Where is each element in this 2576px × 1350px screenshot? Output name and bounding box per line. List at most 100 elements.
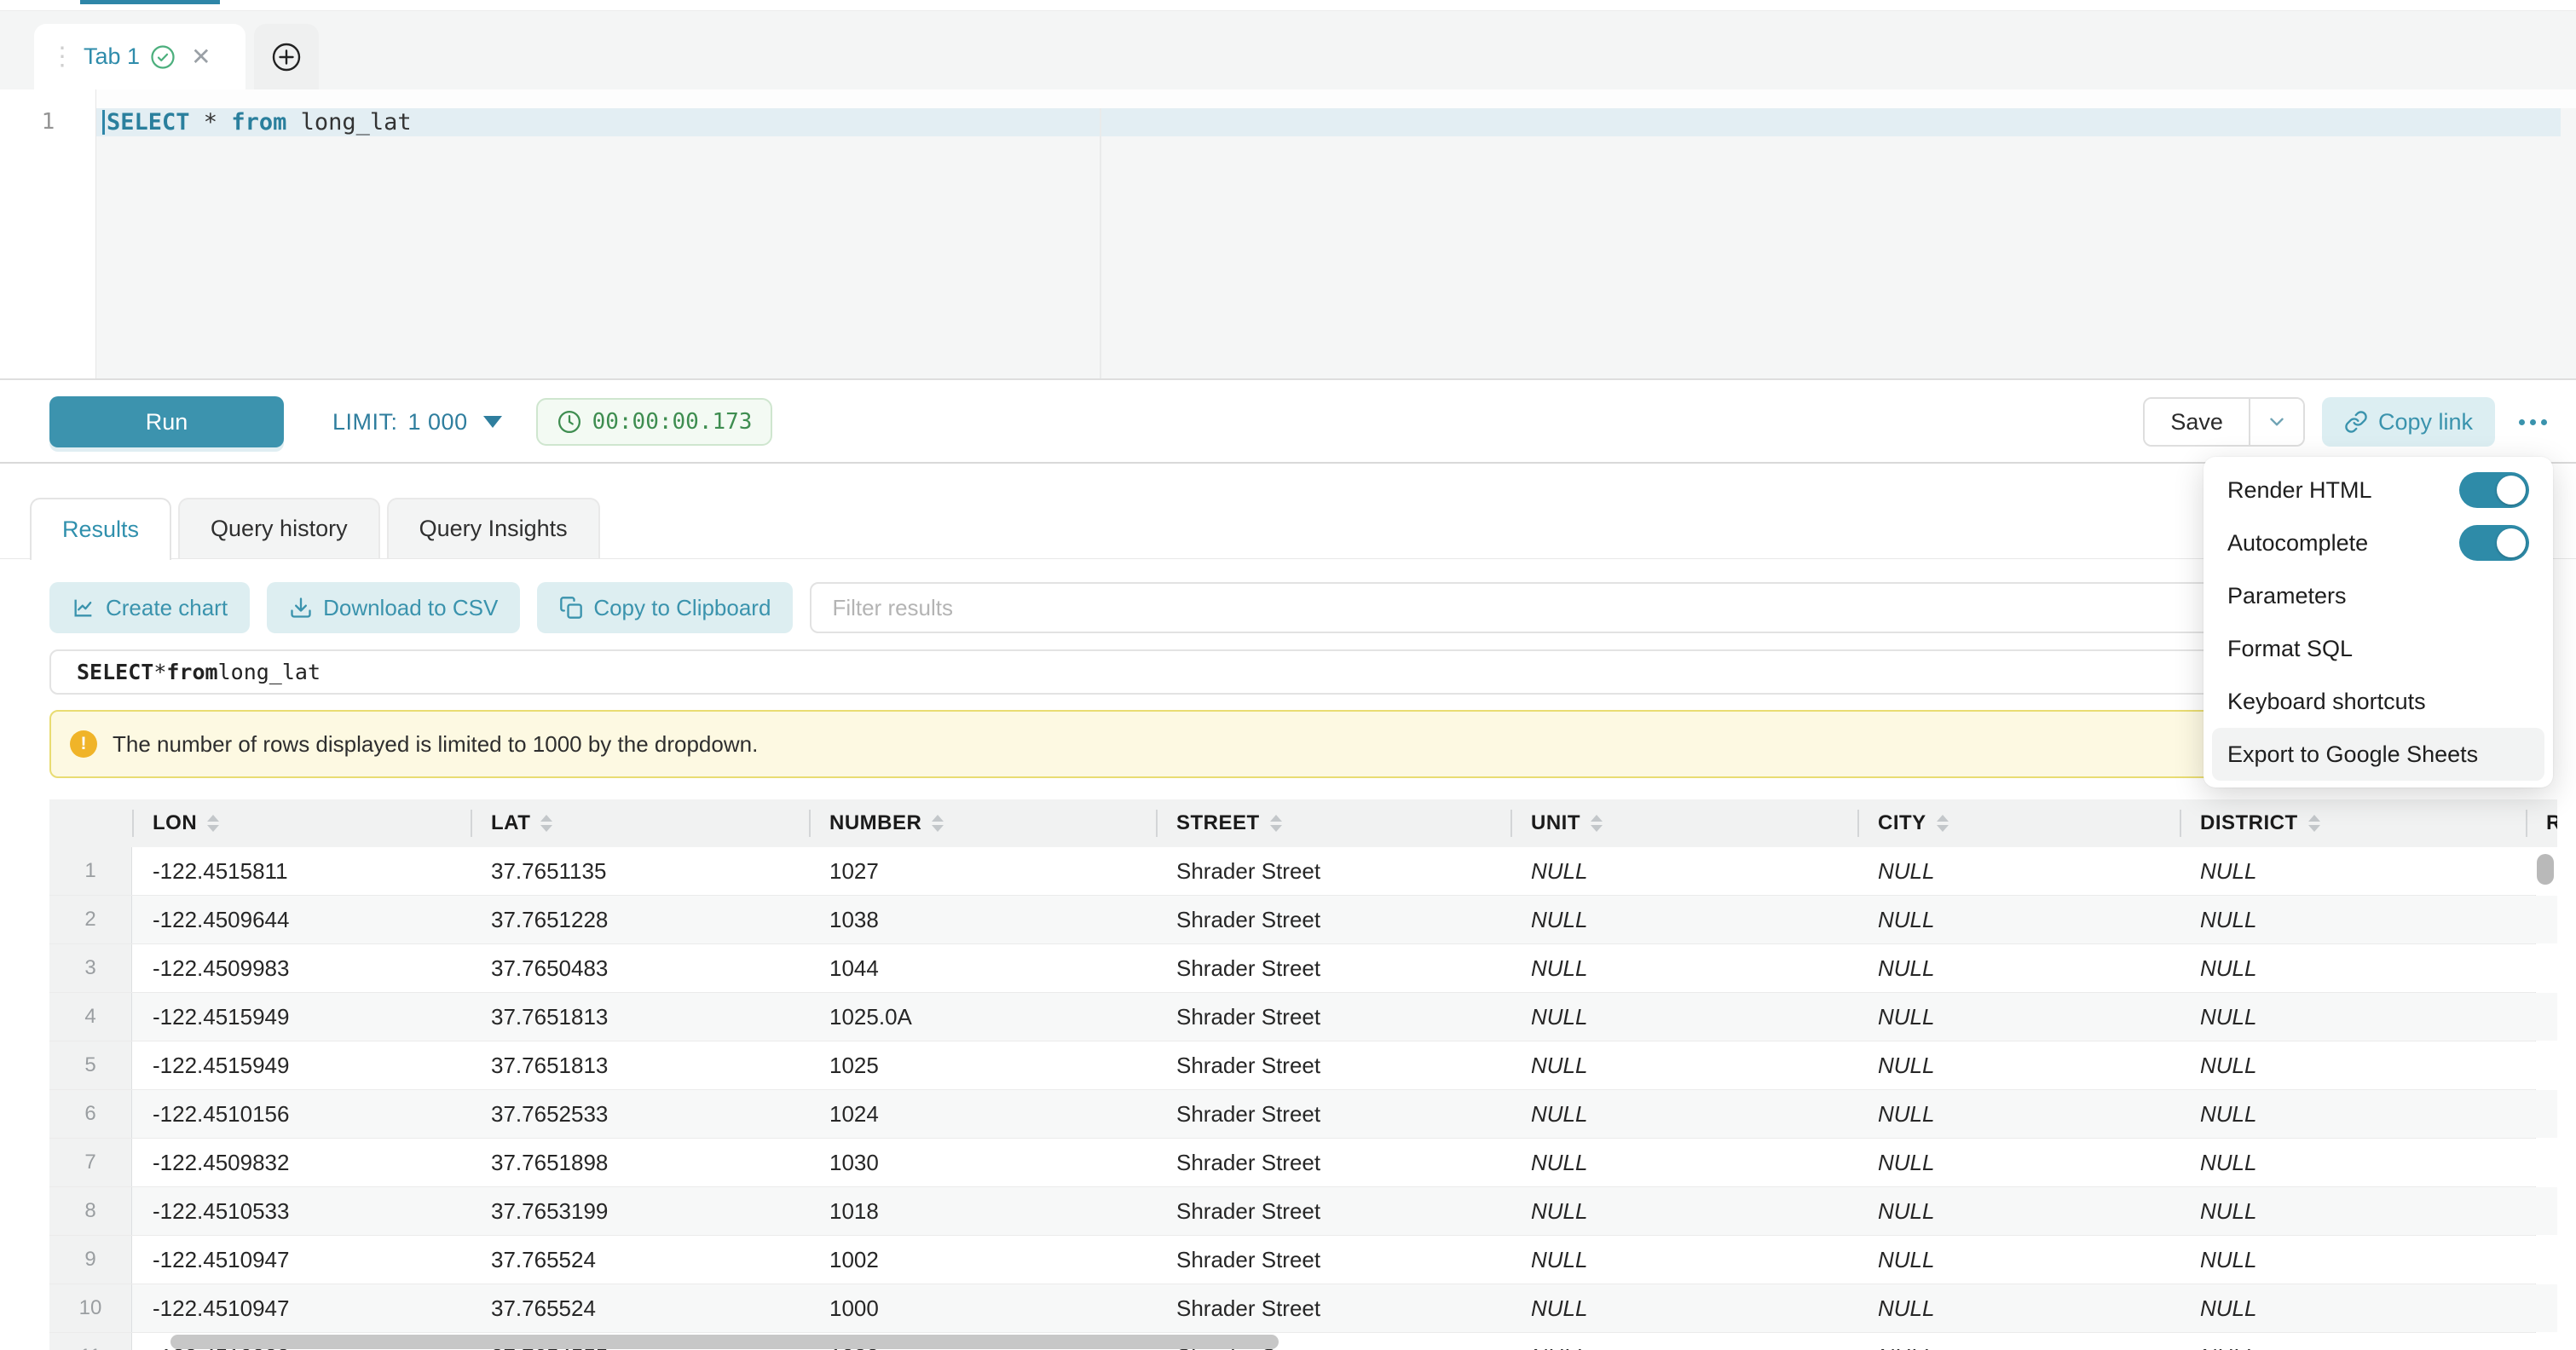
cell-lat: 37.7650483 <box>471 944 809 992</box>
toggle-on[interactable] <box>2459 472 2529 508</box>
sql-editor[interactable]: 1 SELECT * from long_lat <box>0 89 2576 380</box>
cell-city: NULL <box>1857 1333 2180 1350</box>
editor-code-line[interactable]: SELECT * from long_lat <box>107 108 412 136</box>
clock-icon <box>557 409 582 435</box>
cell-city: NULL <box>1857 1041 2180 1089</box>
cell-lon: -122.4515811 <box>132 847 471 895</box>
cell-re <box>2526 993 2557 1041</box>
toggle-on[interactable] <box>2459 525 2529 561</box>
cell-city: NULL <box>1857 1284 2180 1332</box>
cell-city: NULL <box>1857 993 2180 1041</box>
save-options-button[interactable] <box>2250 399 2303 445</box>
sort-icon[interactable] <box>540 815 552 832</box>
cell-lon: -122.4515949 <box>132 1041 471 1089</box>
chevron-down-icon <box>483 416 502 428</box>
column-header-unit[interactable]: UNIT <box>1510 799 1857 847</box>
column-header-street[interactable]: STREET <box>1156 799 1510 847</box>
cell-number: 1002 <box>809 1236 1156 1284</box>
menu-item-format-sql[interactable]: Format SQL <box>2203 622 2553 675</box>
sort-icon[interactable] <box>1591 815 1603 832</box>
column-header-number[interactable]: NUMBER <box>809 799 1156 847</box>
save-split-button: Save <box>2143 397 2305 447</box>
editor-print-margin <box>1100 108 1101 378</box>
table-row[interactable]: 5-122.451594937.76518131025Shrader Stree… <box>49 1041 2535 1090</box>
cell-lat: 37.7653199 <box>471 1187 809 1235</box>
table-row[interactable]: 8-122.451053337.76531991018Shrader Stree… <box>49 1187 2535 1236</box>
run-button[interactable]: Run <box>49 396 284 447</box>
cell-lat: 37.7651898 <box>471 1139 809 1186</box>
row-number: 2 <box>49 896 132 943</box>
table-row[interactable]: 7-122.450983237.76518981030Shrader Stree… <box>49 1139 2535 1187</box>
table-row[interactable]: 3-122.450998337.76504831044Shrader Stree… <box>49 944 2535 993</box>
close-tab-icon[interactable]: ✕ <box>191 43 211 71</box>
limit-label: LIMIT: <box>332 409 398 436</box>
cell-street: Shrader Street <box>1156 1187 1510 1235</box>
row-number: 1 <box>49 847 132 895</box>
menu-item-autocomplete[interactable]: Autocomplete <box>2203 516 2553 569</box>
new-tab-button[interactable] <box>254 24 319 89</box>
copy-to-clipboard-button[interactable]: Copy to Clipboard <box>537 582 793 633</box>
tab-results[interactable]: Results <box>30 498 171 560</box>
menu-item-export-to-google-sheets[interactable]: Export to Google Sheets <box>2212 728 2544 781</box>
download-to-csv-button[interactable]: Download to CSV <box>267 582 520 633</box>
limit-dropdown[interactable]: LIMIT: 1 000 <box>332 409 502 436</box>
editor-line-number: 1 <box>0 108 96 136</box>
editor-top-padding <box>0 89 2576 108</box>
ellipsis-icon <box>2519 419 2525 425</box>
column-header-re[interactable]: RE <box>2526 799 2557 847</box>
cell-unit: NULL <box>1510 1236 1857 1284</box>
cell-lon: -122.4509832 <box>132 1139 471 1186</box>
cell-district: NULL <box>2180 1284 2526 1332</box>
sort-icon[interactable] <box>2308 815 2320 832</box>
tab-query-1[interactable]: ⋮ Tab 1 ✕ <box>34 24 245 89</box>
save-button[interactable]: Save <box>2145 399 2250 445</box>
sort-icon[interactable] <box>207 815 219 832</box>
cell-district: NULL <box>2180 1236 2526 1284</box>
cell-unit: NULL <box>1510 1139 1857 1186</box>
table-row[interactable]: 4-122.451594937.76518131025.0AShrader St… <box>49 993 2535 1041</box>
create-chart-button[interactable]: Create chart <box>49 582 250 633</box>
more-options-button[interactable] <box>2512 411 2554 434</box>
cell-city: NULL <box>1857 1187 2180 1235</box>
cell-re <box>2526 1187 2557 1235</box>
sort-icon[interactable] <box>932 815 944 832</box>
tab-drag-handle-icon[interactable]: ⋮ <box>49 44 73 70</box>
tab-query-insights[interactable]: Query Insights <box>387 498 600 558</box>
cell-number: 1000 <box>809 1284 1156 1332</box>
menu-item-parameters[interactable]: Parameters <box>2203 569 2553 622</box>
horizontal-scrollbar[interactable] <box>170 1335 1279 1349</box>
column-header-lat[interactable]: LAT <box>471 799 809 847</box>
row-number: 8 <box>49 1187 132 1235</box>
chart-icon <box>72 596 95 620</box>
table-row[interactable]: 9-122.451094737.7655241002Shrader Street… <box>49 1236 2535 1284</box>
cell-lat: 37.7652533 <box>471 1090 809 1138</box>
column-header-city[interactable]: CITY <box>1857 799 2180 847</box>
table-row[interactable]: 2-122.450964437.76512281038Shrader Stree… <box>49 896 2535 944</box>
cell-re <box>2526 1333 2557 1350</box>
executed-query-display: SELECT * from long_lat <box>49 649 2540 695</box>
column-header-district[interactable]: DISTRICT <box>2180 799 2526 847</box>
vertical-scrollbar[interactable] <box>2537 854 2554 885</box>
table-row[interactable]: 6-122.451015637.76525331024Shrader Stree… <box>49 1090 2535 1139</box>
sql-keyword: SELECT <box>77 660 153 684</box>
timer-value: 00:00:00.173 <box>592 409 753 435</box>
sort-icon[interactable] <box>1937 815 1949 832</box>
tab-label: Tab 1 <box>84 43 140 70</box>
menu-item-keyboard-shortcuts[interactable]: Keyboard shortcuts <box>2203 675 2553 728</box>
cell-lon: -122.4510533 <box>132 1187 471 1235</box>
top-loading-bar <box>80 0 220 4</box>
cell-city: NULL <box>1857 944 2180 992</box>
table-row[interactable]: 10-122.451094737.7655241000Shrader Stree… <box>49 1284 2535 1333</box>
menu-item-render-html[interactable]: Render HTML <box>2203 464 2553 516</box>
warning-text: The number of rows displayed is limited … <box>113 731 758 758</box>
cell-number: 1038 <box>809 896 1156 943</box>
results-table: LONLATNUMBERSTREETUNITCITYDISTRICTRE 1-1… <box>49 799 2557 1350</box>
cell-street: Shrader Street <box>1156 1284 1510 1332</box>
column-header-lon[interactable]: LON <box>132 799 471 847</box>
cell-district: NULL <box>2180 944 2526 992</box>
table-row[interactable]: 1-122.451581137.76511351027Shrader Stree… <box>49 847 2535 896</box>
warning-icon: ! <box>70 730 97 758</box>
tab-query-history[interactable]: Query history <box>178 498 380 558</box>
sort-icon[interactable] <box>1270 815 1282 832</box>
copy-link-button[interactable]: Copy link <box>2322 397 2495 447</box>
